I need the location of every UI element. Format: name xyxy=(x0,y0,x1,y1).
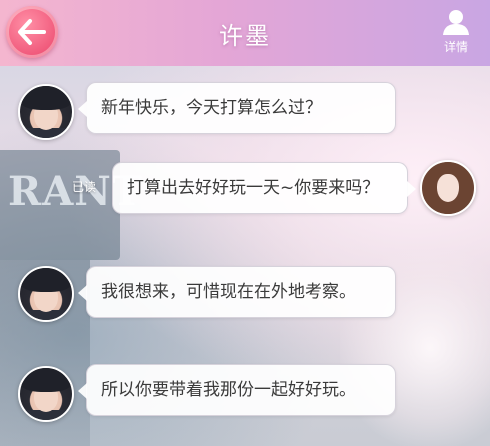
user-avatar[interactable] xyxy=(420,160,476,216)
details-label: 详情 xyxy=(443,40,468,54)
read-receipt: 已读 xyxy=(72,180,97,194)
message-text: 我很想来，可惜现在在外地考察。 xyxy=(101,282,356,302)
message-bubble-incoming[interactable]: 我很想来，可惜现在在外地考察。 xyxy=(78,266,396,318)
message-bubble-incoming[interactable]: 所以你要带着我那份一起好好玩。 xyxy=(78,364,396,416)
message-text: 新年快乐，今天打算怎么过？ xyxy=(101,98,322,118)
chat-header: 许墨 详情 xyxy=(0,0,490,66)
contact-name-title: 许墨 xyxy=(219,22,271,50)
message-bubble-outgoing[interactable]: 打算出去好好玩一天~你要来吗？ xyxy=(112,162,416,214)
details-button[interactable]: 详情 xyxy=(434,6,478,60)
chat-screen: RANT 许墨 详情 新年快乐，今天打算怎么过？ 已读 打算出去好好玩一天~你要… xyxy=(0,0,490,446)
message-text: 所以你要带着我那份一起好好玩。 xyxy=(101,380,356,400)
contact-avatar[interactable] xyxy=(18,84,74,140)
person-icon xyxy=(443,10,469,35)
message-text: 打算出去好好玩一天~你要来吗？ xyxy=(127,178,380,198)
message-bubble-incoming[interactable]: 新年快乐，今天打算怎么过？ xyxy=(78,82,396,134)
contact-avatar[interactable] xyxy=(18,366,74,422)
contact-avatar[interactable] xyxy=(18,266,74,322)
